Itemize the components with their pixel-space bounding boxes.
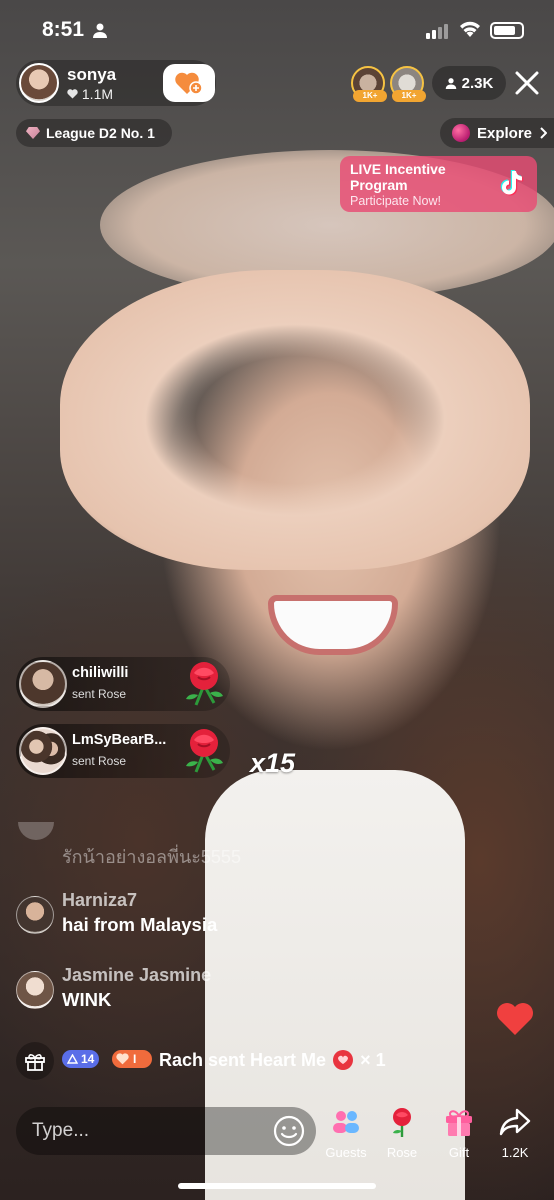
gift-action: sent Rose [72, 687, 127, 701]
gem-icon [26, 127, 40, 139]
live-incentive-banner[interactable]: LIVE Incentive Program Participate Now! [340, 156, 537, 212]
rose-gift-icon [186, 729, 223, 773]
explore-button[interactable]: Explore [440, 118, 554, 148]
top-viewer-badge: 1K+ [392, 90, 426, 102]
rose-gift-icon [186, 662, 223, 706]
fan-badge-value: I [133, 1052, 137, 1066]
avatar[interactable] [16, 896, 54, 934]
comment-username[interactable]: Harniza7 [62, 890, 137, 911]
video-smile [268, 595, 398, 655]
status-bar: 8:51 [0, 0, 554, 60]
viewer-count: 2.3K [461, 74, 494, 92]
gift-banner[interactable]: chiliwilli sent Rose [16, 657, 230, 711]
host-likes-count: 1.1M [81, 86, 114, 102]
rose-icon [393, 1108, 411, 1137]
follow-button[interactable] [163, 64, 215, 102]
league-label: League D2 No. 1 [46, 125, 155, 141]
guests-label: Guests [325, 1145, 367, 1160]
comment-text: WINK [62, 989, 112, 1010]
battery-icon [490, 22, 524, 39]
emoji-icon[interactable] [272, 1114, 306, 1148]
faded-comment: รักน้าอย่างอลพี่นะ5555 [62, 847, 241, 867]
person-icon [93, 23, 107, 38]
league-badge[interactable]: League D2 No. 1 [16, 119, 172, 147]
gift-combo-count: x15 [250, 748, 296, 778]
gift-button[interactable]: Gift [437, 1106, 481, 1160]
incentive-title: LIVE Incentive Program [350, 161, 446, 193]
explore-ball-icon [452, 124, 470, 142]
heart-plus-icon [175, 72, 203, 95]
triangle-icon [67, 1054, 78, 1064]
heart-icon [116, 1053, 129, 1065]
tiktok-logo-icon [500, 170, 524, 196]
gift-banner[interactable]: LmSyBearB... sent Rose [16, 724, 230, 778]
ticker-count: × 1 [360, 1050, 386, 1070]
rose-button[interactable]: Rose [380, 1106, 424, 1160]
guests-icon [333, 1111, 359, 1133]
host-avatar[interactable] [19, 63, 59, 103]
wifi-icon [460, 21, 480, 37]
video-heart-hands [60, 270, 530, 570]
comment-username[interactable]: Jasmine Jasmine [62, 965, 211, 986]
heart-me-gift-icon [333, 1050, 354, 1070]
guests-button[interactable]: Guests [324, 1106, 368, 1160]
level-badge: 14 [62, 1050, 100, 1068]
gift-sender-name: chiliwilli [72, 665, 129, 681]
avatar[interactable] [16, 971, 54, 1009]
gift-ticker: Rach sent Heart Me × 1 [159, 1047, 386, 1071]
rose-label: Rose [386, 1145, 418, 1160]
avatar[interactable] [19, 727, 67, 775]
person-icon [445, 78, 456, 89]
cellular-signal-icon [426, 24, 448, 39]
avatar[interactable] [19, 660, 67, 708]
top-viewer-avatar-1[interactable]: 1K+ [351, 66, 387, 102]
top-viewer-avatar-2[interactable]: 1K+ [390, 66, 426, 102]
gift-label: Gift [448, 1145, 470, 1160]
gift-sender-name: LmSyBearB... [72, 732, 167, 748]
viewer-count-button[interactable]: 2.3K [432, 66, 506, 100]
chevron-right-icon [540, 127, 548, 139]
top-viewer-badge: 1K+ [353, 90, 387, 102]
explore-label: Explore [477, 124, 533, 142]
level-badge-value: 14 [81, 1052, 95, 1066]
gift-action: sent Rose [72, 754, 127, 768]
share-button[interactable]: 1.2K [493, 1106, 537, 1160]
gift-box-button[interactable] [16, 1042, 54, 1080]
host-likes: 1.1M [67, 86, 113, 102]
status-time: 8:51 [42, 18, 85, 41]
home-indicator[interactable] [178, 1183, 376, 1189]
comment-text: hai from Malaysia [62, 914, 218, 935]
share-arrow-icon [499, 1108, 531, 1136]
share-count: 1.2K [501, 1145, 529, 1160]
comment-input[interactable] [32, 1119, 252, 1143]
ticker-text: Rach sent Heart Me [159, 1050, 327, 1070]
host-name: sonya [67, 65, 117, 84]
heart-icon [67, 89, 78, 99]
comment-input-box[interactable] [16, 1107, 316, 1155]
gift-box-icon [25, 1054, 45, 1071]
floating-heart-icon [497, 1003, 533, 1035]
fan-badge: I [112, 1050, 152, 1068]
gift-icon [446, 1110, 472, 1136]
close-icon[interactable] [514, 70, 540, 96]
